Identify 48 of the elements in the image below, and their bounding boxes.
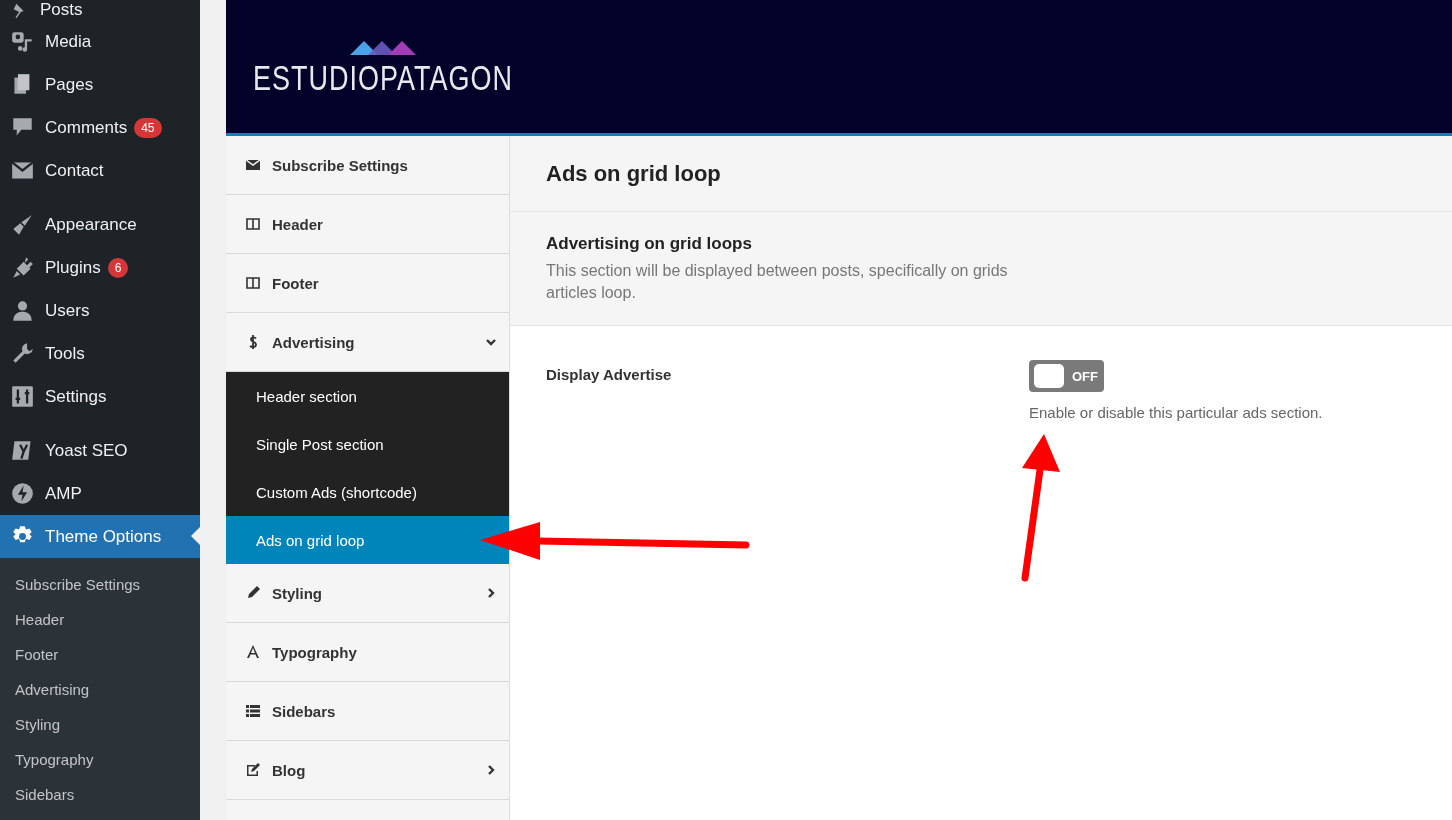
admin-menu-item[interactable]: Posts [0,0,200,20]
submenu-item[interactable]: Sidebars [0,778,200,813]
toggle-switch[interactable]: OFF [1029,360,1104,393]
admin-menu-item[interactable]: Pages [0,63,200,106]
menu-icon [11,385,34,408]
section-description: This section will be displayed between posts, specifically on grids articles loop. [546,261,1009,303]
pencil-icon [245,585,261,601]
submenu-item[interactable]: Advertising [0,673,200,708]
admin-menu-item[interactable]: Comments 45 [0,106,200,149]
options-subnav-item[interactable]: Ads on grid loop [226,516,509,564]
admin-menu-item[interactable]: Tools [0,332,200,375]
menu-icon [11,342,34,365]
columns-icon [245,275,261,291]
submenu-item[interactable]: Styling [0,708,200,743]
admin-menu-item[interactable]: Media [0,20,200,63]
mountains-logo-icon [350,39,416,55]
menu-icon [11,299,34,322]
page-title: Ads on grid loop [510,136,1452,212]
menu-icon [11,439,34,462]
count-badge: 6 [107,257,129,278]
menu-icon [11,213,34,236]
count-badge: 45 [134,117,162,138]
admin-menu-item[interactable]: Users [0,289,200,332]
field-label: Display Advertise [546,365,673,384]
menu-icon [11,159,34,182]
menu-pointer-icon [191,527,200,545]
columns-icon [245,216,261,232]
list-icon [245,703,261,719]
envelope-icon [245,157,261,173]
field-hint: Enable or disable this particular ads section. [1029,404,1323,422]
menu-icon [11,30,34,53]
admin-menu-item[interactable]: Appearance [0,203,200,246]
menu-icon [11,256,34,279]
submenu-item[interactable]: Footer [0,638,200,673]
brand-name: ESTUDIOPATAGON [253,58,513,99]
section-heading: Advertising on grid loops [546,234,753,254]
submenu-item[interactable]: Header [0,603,200,638]
admin-menu-item[interactable]: AMP [0,472,200,515]
menu-icon [11,482,34,505]
letter-icon [245,644,261,660]
admin-menu-item[interactable]: Contact [0,149,200,192]
admin-menu-item[interactable]: Plugins 6 [0,246,200,289]
submenu-item[interactable]: Typography [0,743,200,778]
submenu-item[interactable]: Subscribe Settings [0,568,200,603]
admin-menu-item[interactable]: Settings [0,375,200,418]
edit-icon [245,762,261,778]
admin-menu-item[interactable]: Yoast SEO [0,429,200,472]
admin-menu-item[interactable]: Theme Options [0,515,200,558]
